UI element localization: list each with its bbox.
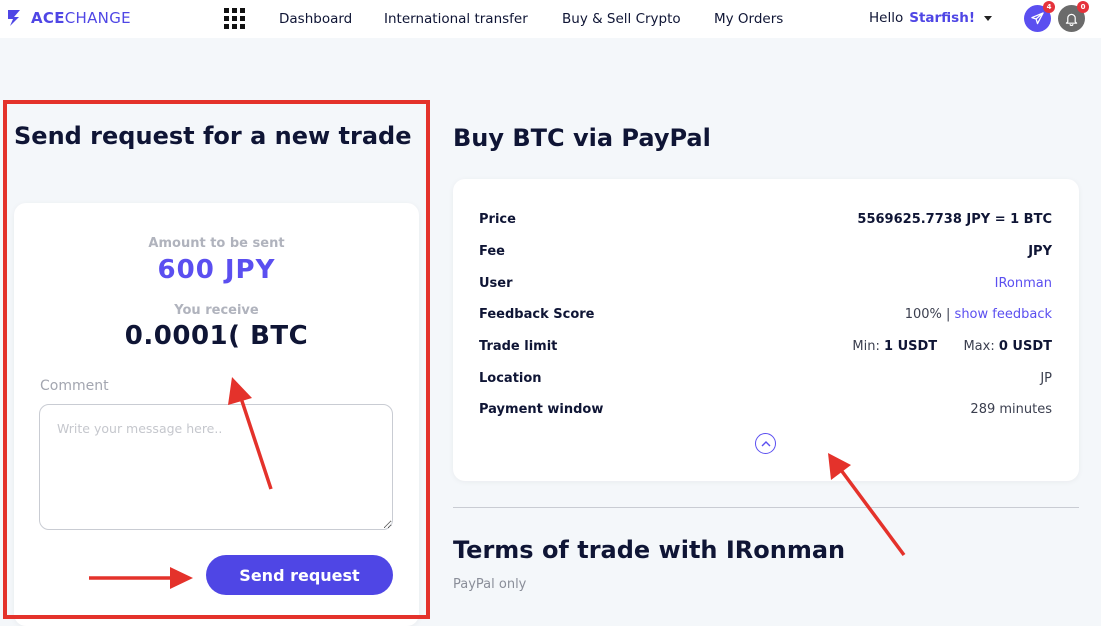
user-link[interactable]: IRonman: [995, 276, 1052, 291]
terms-heading: Terms of trade with IRonman: [453, 536, 846, 564]
user-row: User IRonman: [479, 273, 1052, 293]
caret-down-icon: [983, 15, 992, 21]
messages-button[interactable]: 4: [1024, 1, 1055, 32]
location-label: Location: [479, 370, 542, 386]
feedback-value: 100% | show feedback: [905, 307, 1052, 322]
feedback-separator: |: [946, 306, 951, 322]
fee-value: JPY: [1028, 243, 1052, 259]
feedback-row: Feedback Score 100% | show feedback: [479, 304, 1052, 324]
offer-heading: Buy BTC via PayPal: [453, 124, 711, 152]
show-feedback-link[interactable]: show feedback: [955, 307, 1052, 322]
bell-icon: [1065, 13, 1078, 26]
top-navigation-bar: ACECHANGE Dashboard International transf…: [0, 0, 1101, 38]
user-label: User: [479, 275, 513, 291]
fee-row: Fee JPY: [479, 241, 1052, 261]
paper-plane-icon: [1031, 12, 1044, 25]
nav-international-transfer[interactable]: International transfer: [384, 11, 528, 27]
price-row: Price 5569625.7738 JPY = 1 BTC: [479, 209, 1052, 229]
fee-label: Fee: [479, 243, 505, 259]
greeting-text: Hello: [869, 10, 904, 26]
payment-window-row: Payment window 289 minutes: [479, 399, 1052, 419]
feedback-score: 100%: [904, 306, 942, 322]
location-row: Location JP: [479, 368, 1052, 388]
feedback-label: Feedback Score: [479, 306, 595, 322]
send-request-button[interactable]: Send request: [206, 555, 393, 595]
trade-limit-row: Trade limit Min: 1 USDT Max: 0 USDT: [479, 336, 1052, 356]
nav-dashboard[interactable]: Dashboard: [279, 11, 352, 27]
trade-request-heading: Send request for a new trade: [14, 122, 412, 150]
notifications-badge: 0: [1077, 1, 1089, 13]
section-divider: [453, 507, 1079, 508]
trade-limit-value: Min: 1 USDT Max: 0 USDT: [852, 339, 1052, 354]
amount-label: Amount to be sent: [148, 236, 285, 251]
max-label: Max:: [963, 338, 995, 354]
offer-details-card: Price 5569625.7738 JPY = 1 BTC Fee JPY U…: [453, 179, 1079, 481]
logo-text: ACECHANGE: [31, 9, 131, 27]
max-value: 0 USDT: [998, 338, 1052, 354]
nav-my-orders[interactable]: My Orders: [714, 11, 783, 27]
comment-textarea[interactable]: [39, 404, 393, 530]
notifications-button[interactable]: 0: [1058, 1, 1089, 32]
chevron-up-icon: [761, 441, 770, 447]
receive-label: You receive: [174, 303, 259, 318]
amount-value: 600 JPY: [157, 255, 276, 285]
price-value: 5569625.7738 JPY = 1 BTC: [857, 211, 1052, 227]
grid-icon[interactable]: [224, 8, 245, 29]
payment-window-label: Payment window: [479, 401, 604, 417]
trade-request-card: Amount to be sent 600 JPY You receive 0.…: [14, 203, 419, 626]
min-label: Min:: [852, 338, 880, 354]
user-menu[interactable]: Hello Starfish!: [869, 10, 992, 26]
payment-window-value: 289 minutes: [970, 401, 1052, 417]
logo[interactable]: ACECHANGE: [6, 8, 131, 28]
acechange-logo-icon: [8, 10, 20, 26]
collapse-details-button[interactable]: [755, 433, 776, 454]
messages-badge: 4: [1043, 1, 1055, 13]
location-value: JP: [1040, 370, 1052, 386]
comment-label: Comment: [40, 378, 109, 394]
price-label: Price: [479, 211, 516, 227]
user-name: Starfish!: [909, 10, 975, 26]
trade-limit-label: Trade limit: [479, 338, 558, 354]
terms-text: PayPal only: [453, 577, 527, 592]
receive-value: 0.0001( BTC: [124, 321, 309, 351]
min-value: 1 USDT: [884, 338, 938, 354]
nav-buy-sell-crypto[interactable]: Buy & Sell Crypto: [562, 11, 681, 27]
